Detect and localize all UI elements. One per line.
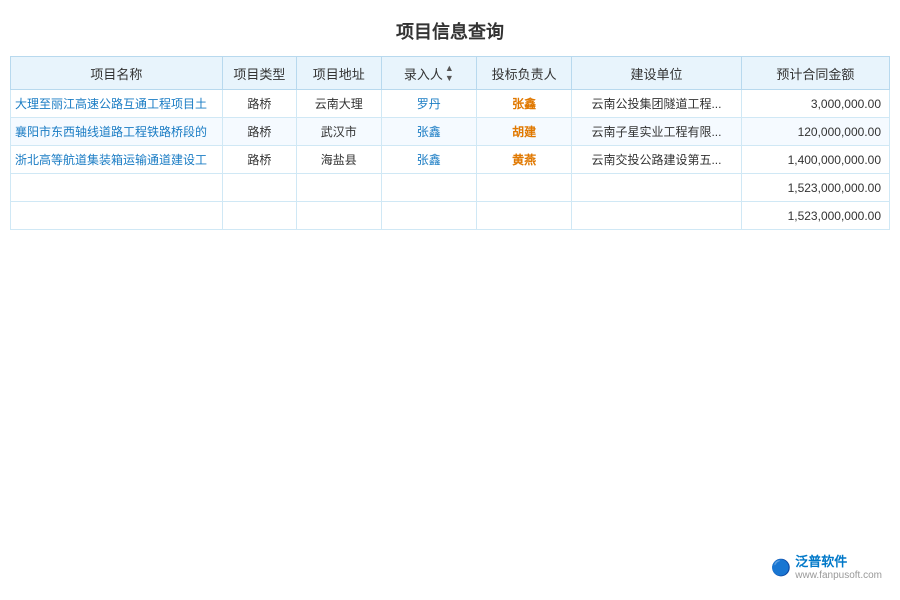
table-header-row: 项目名称 项目类型 项目地址 录入人 ▲▼ 投标负责人 建设单位 预计合同金额 [11,57,890,90]
table-row: 大理至丽江高速公路互通工程项目土路桥云南大理罗丹张鑫云南公投集团隧道工程...3… [11,90,890,118]
total-empty-cell [381,202,476,230]
page-title: 项目信息查询 [0,0,900,56]
cell-project-address: 海盐县 [296,146,381,174]
cell-project-name[interactable]: 浙北高等航道集装箱运输通道建设工 [11,146,223,174]
logo-text: 泛普软件 www.fanpusoft.com [795,554,882,582]
logo-icon: 🔵 [771,558,791,578]
header-type: 项目类型 [222,57,296,90]
cell-bidder[interactable]: 黄燕 [476,146,571,174]
cell-project-type: 路桥 [222,146,296,174]
subtotal-empty-cell [222,174,296,202]
total-empty-cell [222,202,296,230]
table-row: 浙北高等航道集装箱运输通道建设工路桥海盐县张鑫黄燕云南交投公路建设第五...1,… [11,146,890,174]
sort-icon[interactable]: ▲▼ [445,63,454,83]
cell-amount: 3,000,000.00 [741,90,889,118]
subtotal-empty-cell [572,174,741,202]
header-builder: 建设单位 [572,57,741,90]
footer-logo: 🔵 泛普软件 www.fanpusoft.com [771,554,882,582]
header-amount: 预计合同金额 [741,57,889,90]
subtotal-empty-cell [381,174,476,202]
cell-recorder[interactable]: 张鑫 [381,118,476,146]
total-empty-cell [11,202,223,230]
subtotal-amount: 1,523,000,000.00 [741,174,889,202]
subtotal-empty-cell [476,174,571,202]
header-name: 项目名称 [11,57,223,90]
cell-project-type: 路桥 [222,90,296,118]
subtotal-empty-cell [11,174,223,202]
cell-bidder[interactable]: 胡建 [476,118,571,146]
cell-project-name[interactable]: 大理至丽江高速公路互通工程项目土 [11,90,223,118]
cell-recorder[interactable]: 罗丹 [381,90,476,118]
cell-project-address: 云南大理 [296,90,381,118]
header-bidder: 投标负责人 [476,57,571,90]
cell-project-name[interactable]: 襄阳市东西轴线道路工程铁路桥段的 [11,118,223,146]
table-row: 襄阳市东西轴线道路工程铁路桥段的路桥武汉市张鑫胡建云南子星实业工程有限...12… [11,118,890,146]
total-row: 1,523,000,000.00 [11,202,890,230]
total-empty-cell [296,202,381,230]
cell-amount: 120,000,000.00 [741,118,889,146]
header-recorder: 录入人 ▲▼ [381,57,476,90]
total-empty-cell [572,202,741,230]
total-amount: 1,523,000,000.00 [741,202,889,230]
subtotal-empty-cell [296,174,381,202]
cell-bidder[interactable]: 张鑫 [476,90,571,118]
cell-builder: 云南公投集团隧道工程... [572,90,741,118]
total-empty-cell [476,202,571,230]
cell-amount: 1,400,000,000.00 [741,146,889,174]
cell-project-address: 武汉市 [296,118,381,146]
project-table: 项目名称 项目类型 项目地址 录入人 ▲▼ 投标负责人 建设单位 预计合同金额 … [10,56,890,230]
cell-recorder[interactable]: 张鑫 [381,146,476,174]
cell-builder: 云南交投公路建设第五... [572,146,741,174]
subtotal-row: 1,523,000,000.00 [11,174,890,202]
header-address: 项目地址 [296,57,381,90]
cell-project-type: 路桥 [222,118,296,146]
cell-builder: 云南子星实业工程有限... [572,118,741,146]
table-container: 项目名称 项目类型 项目地址 录入人 ▲▼ 投标负责人 建设单位 预计合同金额 … [0,56,900,230]
